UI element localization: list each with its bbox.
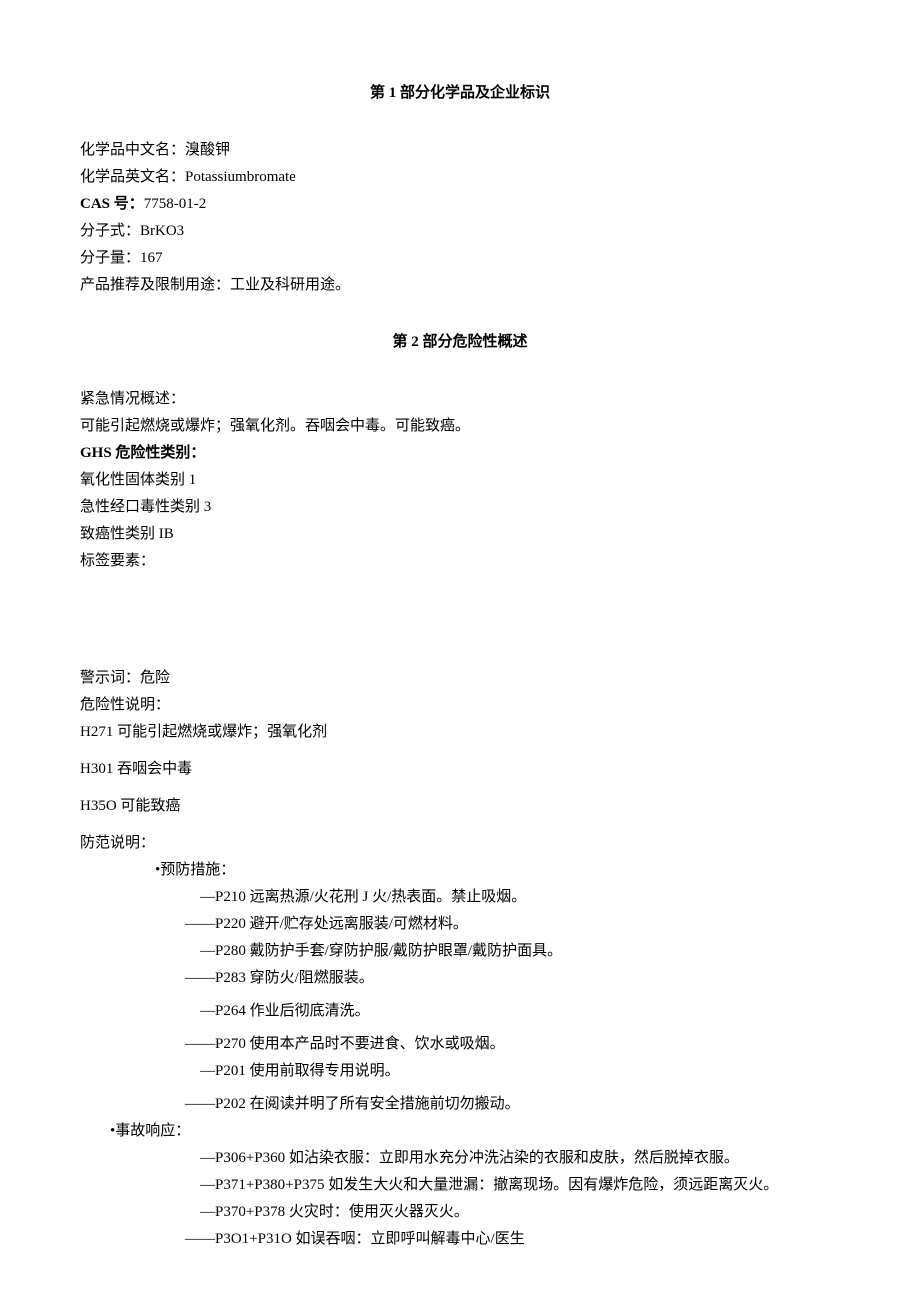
prevention-item-1: —P210 远离热源/火花刑 J 火/热表面。禁止吸烟。 [80,884,840,911]
en-name-label: 化学品英文名： [80,169,185,185]
precaution-label: 防范说明： [80,830,840,857]
pictogram-gap [80,575,840,665]
ghs-item-1: 氧化性固体类别 1 [80,467,840,494]
signal-word: 警示词：危险 [80,665,840,692]
ghs-item-3: 致癌性类别 IB [80,521,840,548]
prevention-item-6: ——P270 使用本产品时不要进食、饮水或吸烟。 [80,1031,840,1058]
emergency-label: 紧急情况概述： [80,386,840,413]
prevention-item-5: —P264 作业后彻底清洗。 [80,998,840,1025]
prevention-item-3: —P280 戴防护手套/穿防护服/戴防护眼罩/戴防护面具。 [80,938,840,965]
mw-row: 分子量：167 [80,245,840,272]
hazard-label: 危险性说明： [80,692,840,719]
cn-name-value: 溴酸钾 [185,142,230,158]
response-item-3: —P370+P378 火灾时：使用灭火器灭火。 [80,1199,840,1226]
formula-value: BrKO3 [140,223,184,239]
hazard-h350: H35O 可能致癌 [80,793,840,820]
use-label: 产品推荐及限制用途： [80,277,230,293]
cn-name-row: 化学品中文名：溴酸钾 [80,137,840,164]
use-value: 工业及科研用途。 [230,277,350,293]
cas-value: 7758-01-2 [144,196,207,212]
en-name-row: 化学品英文名：Potassiumbromate [80,164,840,191]
use-row: 产品推荐及限制用途：工业及科研用途。 [80,272,840,299]
response-item-1: —P306+P360 如沾染衣服：立即用水充分冲洗沾染的衣服和皮肤，然后脱掉衣服… [80,1145,840,1172]
prevention-item-7: —P201 使用前取得专用说明。 [80,1058,840,1085]
response-item-4: ——P3O1+P31O 如误吞咽：立即呼叫解毒中心/医生 [80,1226,840,1253]
en-name-value: Potassiumbromate [185,169,296,185]
mw-label: 分子量： [80,250,140,266]
hazard-h271: H271 可能引起燃烧或爆炸；强氧化剂 [80,719,840,746]
emergency-text: 可能引起燃烧或爆炸；强氧化剂。吞咽会中毒。可能致癌。 [80,413,840,440]
ghs-item-2: 急性经口毒性类别 3 [80,494,840,521]
section-2-title: 第 2 部分危险性概述 [80,329,840,356]
prevention-item-2: ——P220 避开/贮存处远离服装/可燃材料。 [80,911,840,938]
formula-label: 分子式： [80,223,140,239]
response-label: •事故响应： [80,1118,840,1145]
section-1-title: 第 1 部分化学品及企业标识 [80,80,840,107]
hazard-h301: H301 吞咽会中毒 [80,756,840,783]
mw-value: 167 [140,250,163,266]
prevention-item-4: ——P283 穿防火/阻燃服装。 [80,965,840,992]
formula-row: 分子式：BrKO3 [80,218,840,245]
label-elements: 标签要素： [80,548,840,575]
prevention-item-8: ——P202 在阅读并明了所有安全措施前切勿搬动。 [80,1091,840,1118]
ghs-label: GHS 危险性类别： [80,440,840,467]
response-item-2: —P371+P380+P375 如发生大火和大量泄漏：撤离现场。因有爆炸危险，须… [80,1172,840,1199]
cas-row: CAS 号：7758-01-2 [80,191,840,218]
cn-name-label: 化学品中文名： [80,142,185,158]
prevention-label: •预防措施： [80,857,840,884]
cas-label: CAS 号： [80,196,144,212]
